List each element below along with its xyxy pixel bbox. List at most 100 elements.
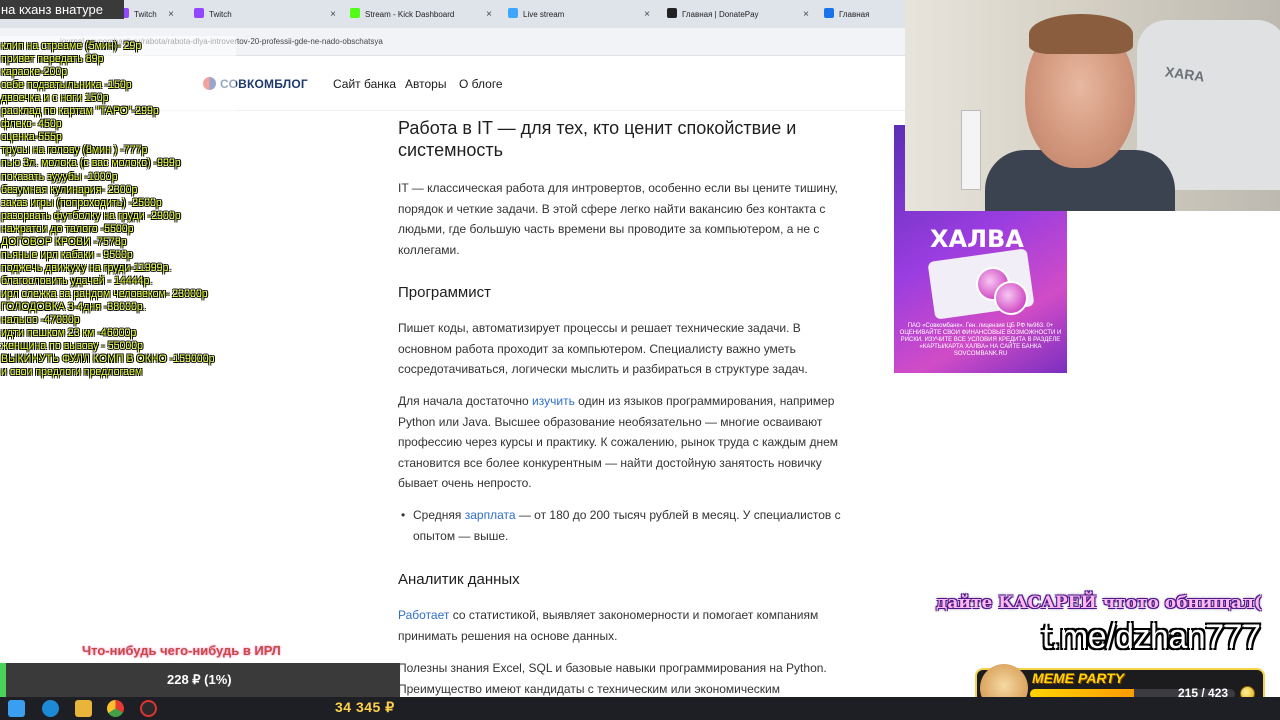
file-explorer-icon[interactable]: [75, 700, 92, 717]
nav-link-authors[interactable]: Авторы: [405, 77, 446, 91]
paragraph-line: сосредотачиваться, логически мыслить и р…: [398, 362, 808, 377]
browser-tab-bar: Twitch × Twitch × Stream - Kick Dashboard × Li…: [0, 0, 905, 28]
paragraph-line: Пишет коды, автоматизирует процессы и ре…: [398, 321, 801, 335]
tab-label: Twitch: [209, 10, 232, 19]
tab-favicon-icon: [508, 8, 518, 18]
paragraph-line: принимать решения на основе данных.: [398, 628, 618, 643]
price-list-item: показать зууубы -1000р: [1, 170, 118, 183]
tab-label: Stream - Kick Dashboard: [365, 10, 455, 19]
price-list-item: привет передать 89р: [1, 53, 104, 66]
text-span: — от 180 до 200 тысяч рублей в месяц. У …: [515, 508, 841, 522]
halva-coin-icon: [994, 281, 1028, 315]
link-learn[interactable]: изучить: [532, 394, 575, 408]
price-list-item: и свои предлоги предлогаем: [1, 366, 143, 379]
paragraph-line: становится все более конкурентным — найт…: [398, 455, 822, 470]
tab-label: Главная | DonatePay: [682, 10, 759, 19]
donation-goal-bar: 228 ₽ (1%): [0, 663, 400, 697]
price-list-item: сценка-555р: [1, 131, 62, 144]
price-list-item: пью 3л. молока (с вас молоко) -999р: [1, 157, 181, 170]
tab-close-icon[interactable]: ×: [644, 4, 650, 26]
donation-message: дайте КАСАРЕЙ чтото обнищал(: [936, 593, 1262, 613]
nav-link-bank-site[interactable]: Сайт банка: [333, 77, 396, 91]
overlay-title: на кханз внатуре: [1, 2, 103, 17]
windows-taskbar: 34 345 ₽: [0, 697, 1280, 720]
salary-bullet: • Средняя зарплата — от 180 до 200 тысяч…: [398, 505, 841, 546]
price-list-item: трусы на голову (8мин ) -777р: [1, 144, 148, 157]
price-list-item: ВЫКИНУТЬ ФУЛЛ КОМП В ОКНО -159000р: [1, 353, 215, 366]
paragraph-line: IT — классическая работа для интровертов…: [398, 181, 838, 195]
tab-label: Twitch: [134, 10, 157, 19]
programmer-paragraph-2: Для начала достаточно изучить один из яз…: [398, 391, 838, 494]
banner-title: ХАЛВА: [930, 225, 1024, 253]
price-list-item: двоечка и с ноги 150р: [1, 92, 109, 105]
paragraph-line: основном работа проходит за компьютером.…: [398, 341, 796, 356]
price-list-item: заказ игры (попроходить) -2500р: [1, 196, 162, 209]
desk-lamp: [961, 110, 981, 190]
edge-icon[interactable]: [42, 700, 59, 717]
bullet-dot-icon: •: [401, 508, 406, 522]
chrome-icon[interactable]: [107, 700, 124, 717]
browser-tab[interactable]: Twitch ×: [188, 4, 340, 26]
tab-close-icon[interactable]: ×: [330, 4, 336, 26]
paragraph-line: профессию через курсы и практику. К сожа…: [398, 435, 838, 450]
browser-tab[interactable]: Live stream ×: [502, 4, 654, 26]
donation-goal-fill: [0, 663, 6, 697]
paragraph-line: Работает со статистикой, выявляет законо…: [398, 605, 818, 626]
price-list-item: налысо -47000р: [1, 314, 80, 327]
streamer-hair: [1029, 14, 1133, 54]
tab-favicon-icon: [350, 8, 360, 18]
paragraph-line: порядок и четкие задачи. В этой сфере ле…: [398, 201, 826, 216]
analyst-paragraph-1: Работает со статистикой, выявляет законо…: [398, 605, 818, 646]
price-list-item: безумная кулинария- 2300р: [1, 183, 138, 196]
article-heading: Работа в IT — для тех, кто ценит спокойс…: [398, 118, 797, 160]
paragraph-line: Для начала достаточно изучить один из яз…: [398, 391, 838, 412]
price-list-item: нажратси до талого -5500р: [1, 222, 134, 235]
tab-label: Live stream: [523, 10, 565, 19]
link-works[interactable]: Работает: [398, 608, 449, 622]
price-list-item: идти пешком 23 км -46000р: [1, 327, 137, 340]
price-list-item: клип на стреаме (5мин)- 29р: [1, 40, 142, 52]
price-list-item: разорвать футболку на груди -2900р: [1, 209, 181, 222]
price-list-item: флекс- 450р: [1, 118, 62, 131]
donation-goal-text: 228 ₽ (1%): [167, 672, 232, 687]
price-list-item: ГОЛОДОВКА 3-4дня -38000р.: [1, 301, 146, 313]
screen: Twitch × Twitch × Stream - Kick Dashboard × Li…: [0, 0, 1280, 720]
overlay-title-box: на кханз внатуре: [0, 0, 124, 19]
tab-close-icon[interactable]: ×: [486, 4, 492, 26]
paragraph-line: людьми, где большую часть времени вы про…: [398, 222, 820, 237]
banner-disclaimer: ПАО «Совкомбанк». Ген. лицензия ЦБ РФ №9…: [899, 323, 1062, 357]
text-span: Для начала достаточно: [398, 394, 533, 408]
taskbar-money-counter: 34 345 ₽: [335, 699, 395, 715]
price-list-item: ДОГОВОР КРОВИ -7578р: [1, 235, 127, 248]
tab-close-icon[interactable]: ×: [168, 4, 174, 26]
paragraph-line: опытом — выше.: [413, 528, 509, 543]
meme-party-title: MEME PARTY: [1032, 670, 1125, 686]
tab-favicon-icon: [667, 8, 677, 18]
price-list-item: ирл слежка за рандом человеком- 23000р: [1, 287, 208, 300]
windows-start-icon[interactable]: [8, 700, 25, 717]
paragraph-line: коллегами.: [398, 242, 460, 257]
price-list-item: женщина по вызову - 55000р: [1, 340, 144, 353]
tab-close-icon[interactable]: ×: [803, 4, 809, 26]
obs-icon[interactable]: [140, 700, 157, 717]
price-list-item: пьяные ирл кабаки - 9500р: [1, 248, 133, 261]
browser-tab[interactable]: Главная | DonatePay ×: [661, 4, 813, 26]
text-span: один из языков программирования, наприме…: [574, 394, 835, 408]
paragraph-line: Python или Java. Высшее образование необ…: [398, 414, 823, 429]
price-list-item: себе подзатыльника -150р: [1, 79, 132, 92]
section-title-analyst: Аналитик данных: [398, 571, 520, 588]
paragraph-line: бывает очень непросто.: [398, 476, 532, 491]
intro-paragraph: IT — классическая работа для интровертов…: [398, 178, 838, 260]
nav-link-about[interactable]: О блоге: [459, 77, 503, 91]
telegram-handle: t.me/dzhan777: [1042, 618, 1261, 656]
link-salary[interactable]: зарплата: [465, 508, 516, 522]
browser-tab[interactable]: Главная: [818, 4, 903, 26]
price-list-item: благословить удачей - 14444р.: [1, 274, 153, 287]
webcam-feed: XARA: [905, 0, 1280, 211]
price-list-item: поджечь движуху на груди-11999р.: [1, 261, 172, 274]
text-span: Средняя: [413, 508, 465, 522]
tab-label: Главная: [839, 10, 870, 19]
text-span: со статистикой, выявляет закономерности …: [449, 608, 819, 622]
price-list-item: караоке-200р: [1, 66, 68, 79]
browser-tab[interactable]: Stream - Kick Dashboard ×: [344, 4, 496, 26]
